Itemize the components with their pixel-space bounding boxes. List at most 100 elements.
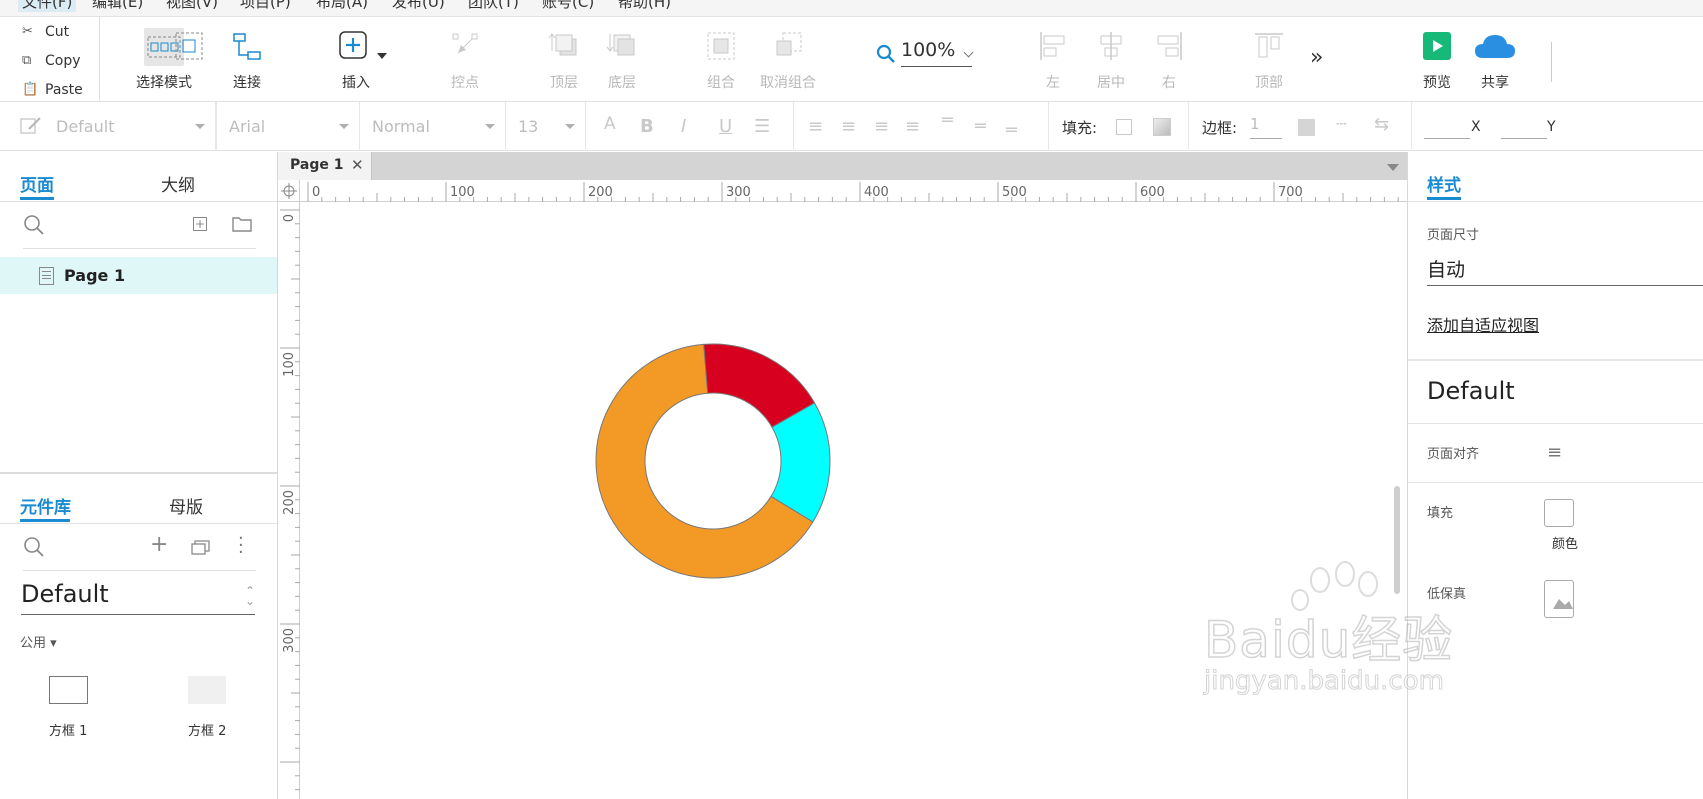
tab-style[interactable]: 样式 bbox=[1427, 171, 1461, 196]
widget-box-2[interactable] bbox=[188, 676, 226, 704]
manage-library-icon[interactable] bbox=[191, 539, 211, 559]
border-style-icon[interactable]: ┄ bbox=[1336, 114, 1347, 135]
crosshair-icon[interactable] bbox=[278, 180, 300, 202]
font-select[interactable]: Arial bbox=[216, 102, 360, 151]
align-right-icon bbox=[1154, 31, 1184, 65]
border-width-value: 1 bbox=[1250, 115, 1260, 133]
tab-outline[interactable]: 大纲 bbox=[161, 171, 195, 196]
share-button[interactable]: 共享 bbox=[1455, 17, 1535, 99]
more-tools-icon[interactable]: » bbox=[1310, 45, 1323, 70]
text-align-center-icon[interactable]: ≡ bbox=[841, 116, 856, 137]
insert-caret-icon[interactable] bbox=[377, 53, 387, 59]
send-to-back-button[interactable]: 底层 bbox=[582, 17, 662, 99]
select-box-icon[interactable] bbox=[174, 31, 204, 65]
text-align-left-icon[interactable]: ≡ bbox=[808, 116, 823, 137]
arrow-style-icon[interactable]: ⇆ bbox=[1374, 114, 1389, 135]
text-align-right-icon[interactable]: ≡ bbox=[874, 116, 889, 137]
tab-library[interactable]: 元件库 bbox=[20, 493, 71, 518]
divider bbox=[1408, 423, 1703, 424]
divider bbox=[0, 523, 277, 524]
menu-bar: 文件(F) 编辑(E) 视图(V) 项目(P) 布局(A) 发布(U) 团队(T… bbox=[0, 0, 1703, 17]
menu-view[interactable]: 视图(V) bbox=[166, 0, 218, 12]
low-fidelity-toggle[interactable] bbox=[1544, 580, 1574, 618]
y-input[interactable] bbox=[1501, 117, 1547, 139]
menu-file[interactable]: 文件(F) bbox=[18, 0, 77, 12]
tab-masters[interactable]: 母版 bbox=[169, 493, 203, 518]
valign-bottom-icon[interactable]: ═ bbox=[1006, 120, 1017, 141]
tab-list-caret-icon[interactable] bbox=[1387, 164, 1399, 171]
point-button[interactable]: 控点 bbox=[425, 17, 505, 99]
folder-icon[interactable] bbox=[232, 216, 252, 236]
page-size-select[interactable]: 自动 bbox=[1427, 255, 1703, 286]
cut-label: Cut bbox=[45, 23, 70, 40]
menu-project[interactable]: 项目(P) bbox=[240, 0, 291, 12]
align-right-button[interactable]: 右 bbox=[1129, 17, 1209, 99]
close-tab-icon[interactable]: ✕ bbox=[351, 156, 364, 174]
ungroup-button[interactable]: 取消组合 bbox=[748, 17, 828, 99]
format-painter-icon[interactable] bbox=[20, 116, 42, 140]
border-color-swatch[interactable] bbox=[1298, 119, 1315, 136]
search-icon[interactable] bbox=[23, 214, 45, 240]
add-library-icon[interactable]: + bbox=[150, 532, 168, 557]
paste-button[interactable]: 📋 Paste bbox=[0, 75, 100, 104]
shadow-icon[interactable] bbox=[1153, 118, 1171, 136]
category-label[interactable]: 公用 ▾ bbox=[20, 632, 57, 651]
ungroup-label: 取消组合 bbox=[760, 75, 816, 91]
design-canvas[interactable] bbox=[301, 203, 1406, 799]
library-name: Default bbox=[21, 580, 109, 608]
font-color-icon[interactable]: A bbox=[604, 114, 616, 134]
vertical-ruler-ticks: 0 100 200 300 bbox=[280, 209, 300, 791]
cloud-icon bbox=[1473, 32, 1517, 64]
more-menu-icon[interactable]: · · · bbox=[238, 530, 244, 562]
style-select[interactable]: Default bbox=[44, 102, 216, 151]
font-size-select[interactable]: 13 bbox=[506, 102, 586, 151]
canvas-scrollbar[interactable] bbox=[1394, 486, 1400, 594]
valign-top-icon[interactable]: ═ bbox=[942, 110, 953, 131]
menu-publish[interactable]: 发布(U) bbox=[392, 0, 445, 12]
border-width-input[interactable]: 1 bbox=[1250, 115, 1282, 139]
format-divider bbox=[1048, 102, 1049, 151]
insert-button[interactable]: 插入 bbox=[316, 17, 396, 99]
align-left-icon bbox=[1038, 31, 1068, 65]
font-weight-select[interactable]: Normal bbox=[360, 102, 506, 151]
zoom-select[interactable]: 100% bbox=[901, 39, 974, 67]
fill-label: 填充: bbox=[1062, 119, 1098, 137]
library-search-icon[interactable] bbox=[23, 536, 45, 562]
paste-label: Paste bbox=[45, 81, 83, 98]
valign-middle-icon[interactable]: ═ bbox=[975, 116, 986, 137]
bold-icon[interactable]: B bbox=[640, 116, 654, 137]
menu-layout[interactable]: 布局(A) bbox=[316, 0, 368, 12]
add-page-icon[interactable]: + bbox=[193, 217, 207, 231]
cut-button[interactable]: ✂ Cut bbox=[0, 17, 100, 46]
widget-box-1[interactable] bbox=[49, 676, 88, 704]
bullet-list-icon[interactable]: ☰ bbox=[754, 116, 770, 137]
align-top-button[interactable]: 顶部 bbox=[1229, 17, 1309, 99]
add-adaptive-view-link[interactable]: 添加自适应视图 bbox=[1427, 312, 1539, 336]
fill-color-button[interactable] bbox=[1544, 499, 1574, 527]
connect-button[interactable]: 连接 bbox=[207, 17, 287, 99]
select-arrows-icon: ⌃ ⌄ bbox=[244, 584, 255, 608]
menu-account[interactable]: 账号(C) bbox=[542, 0, 594, 12]
y-label: Y bbox=[1547, 119, 1556, 135]
divider bbox=[1408, 201, 1703, 202]
donut-chart-widget[interactable] bbox=[301, 203, 1406, 799]
menu-team[interactable]: 团队(T) bbox=[468, 0, 519, 12]
menu-help[interactable]: 帮助(H) bbox=[618, 0, 671, 12]
font-size-caret-icon bbox=[565, 124, 575, 129]
copy-button[interactable]: ⧉ Copy bbox=[0, 46, 100, 75]
library-select[interactable]: Default ⌃ ⌄ bbox=[21, 580, 255, 615]
text-justify-icon[interactable]: ≡ bbox=[905, 116, 920, 137]
page-list-item[interactable]: Page 1 bbox=[0, 257, 277, 294]
page-icon bbox=[39, 267, 54, 285]
underline-icon[interactable]: U bbox=[719, 116, 732, 137]
fill-color-swatch[interactable] bbox=[1116, 119, 1132, 135]
x-input[interactable] bbox=[1424, 117, 1470, 139]
italic-icon[interactable]: I bbox=[681, 116, 686, 137]
tab-page-1[interactable]: Page 1 ✕ bbox=[278, 152, 372, 180]
fill-section-label: 填充 bbox=[1427, 506, 1454, 521]
tab-pages[interactable]: 页面 bbox=[20, 171, 54, 196]
ruler-label: 300 bbox=[282, 628, 297, 653]
align-left-page-icon[interactable]: ≡ bbox=[1547, 442, 1562, 463]
panel-divider[interactable] bbox=[0, 472, 277, 474]
menu-edit[interactable]: 编辑(E) bbox=[92, 0, 143, 12]
